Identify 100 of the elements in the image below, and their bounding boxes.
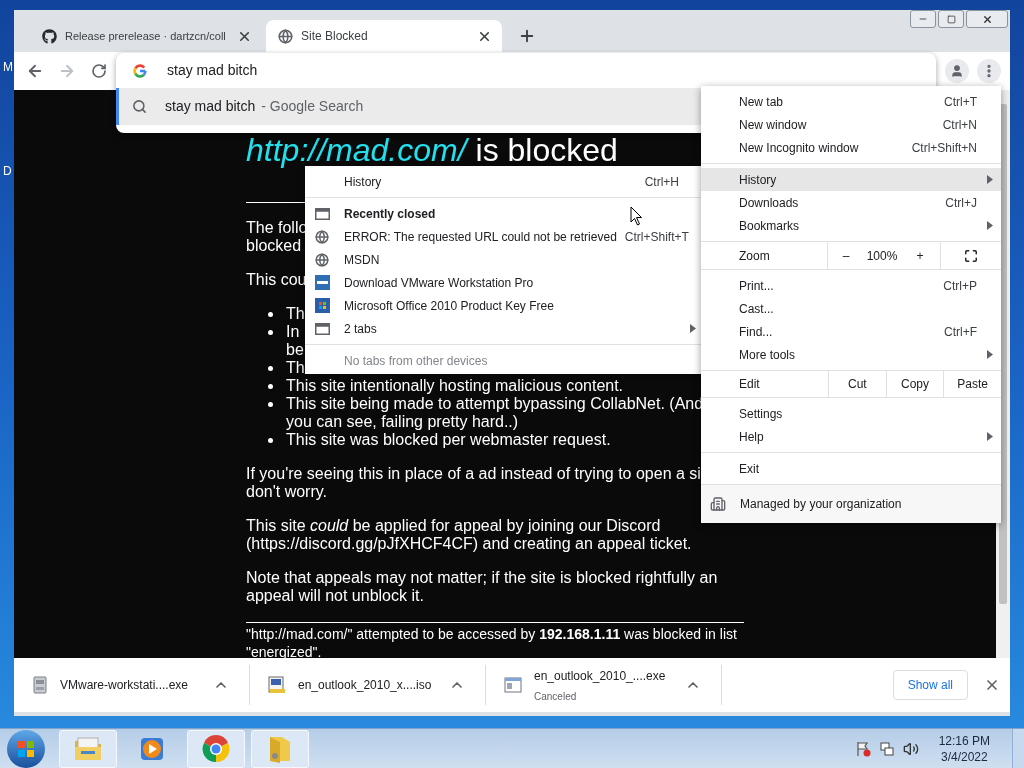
menu-item[interactable]: Help xyxy=(701,425,1001,448)
globe-icon xyxy=(278,28,293,44)
recent-tabs-item[interactable]: 2 tabs xyxy=(305,317,704,340)
list-item-text: Th xyxy=(286,305,305,323)
clock-time: 12:16 PM xyxy=(938,732,990,749)
volume-icon[interactable] xyxy=(902,740,919,757)
paragraph-text: This site could be applied for appeal by joining our Discord (https://discord.gg/pJfXHCF4CF) and creating an appeal ticket. xyxy=(246,517,692,553)
fullscreen-icon xyxy=(964,248,978,263)
forward-arrow-icon xyxy=(58,62,76,80)
windows-logo-icon xyxy=(17,739,35,758)
edit-action-button[interactable]: Cut xyxy=(828,371,886,397)
full-history-link[interactable]: History Ctrl+H xyxy=(305,170,704,193)
clock-date: 3/4/2022 xyxy=(940,748,988,765)
tab-icon xyxy=(315,207,330,220)
recent-page-item[interactable]: ERROR: The requested URL could not be retrieved Ctrl+Shift+T xyxy=(305,225,704,248)
tab-title: Site Blocked xyxy=(301,28,369,45)
menu-item[interactable]: Settings xyxy=(701,402,1001,425)
close-button[interactable] xyxy=(966,10,1008,28)
download-item[interactable]: en_outlook_2010_x....iso xyxy=(250,665,486,705)
managed-notice[interactable]: Managed by your organization xyxy=(701,485,1001,523)
zoom-level: 100% xyxy=(865,247,899,265)
mouse-pointer-icon xyxy=(630,206,643,226)
edit-action-button[interactable]: Copy xyxy=(885,371,944,397)
recent-page-item[interactable]: Download VMware Workstation Pro xyxy=(305,271,704,294)
globe-icon xyxy=(315,229,329,244)
github-icon xyxy=(42,28,57,44)
footer-text: "http://mad.com/" attempted to be accessed by 192.168.1.11 was blocked in list "energized". xyxy=(246,625,738,661)
list-item-text: This site intentionally hosting malicious content. xyxy=(286,377,624,395)
list-item-text: Th xyxy=(286,359,305,377)
recent-page-item[interactable]: MSDN xyxy=(305,248,704,271)
download-item[interactable]: en_outlook_2010_....exe Canceled xyxy=(486,665,722,705)
desktop-icon-label: M xyxy=(3,59,13,76)
submenu-arrow-icon xyxy=(987,175,993,184)
maximize-button[interactable] xyxy=(938,10,964,28)
menu-item[interactable]: Find... Ctrl+F xyxy=(701,320,1001,343)
show-all-button[interactable]: Show all xyxy=(892,670,968,700)
maximize-icon xyxy=(946,14,956,24)
new-tab-icon[interactable] xyxy=(518,27,536,45)
google-icon xyxy=(132,62,148,79)
chrome-icon xyxy=(201,733,231,764)
bullet-icon xyxy=(268,438,273,443)
browser-tab[interactable]: Release prerelease · dartzcn/coll xyxy=(30,20,262,52)
menu-item[interactable]: Downloads Ctrl+J xyxy=(701,191,1001,214)
submenu-arrow-icon xyxy=(690,324,696,333)
menu-item[interactable]: Bookmarks xyxy=(701,214,1001,237)
browser-tab[interactable]: Site Blocked xyxy=(266,20,502,52)
close-icon[interactable] xyxy=(984,677,1000,693)
installer-icon xyxy=(32,676,48,694)
menu-item[interactable]: Cast... xyxy=(701,297,1001,320)
menu-item[interactable]: More tools xyxy=(701,343,1001,366)
reload-icon xyxy=(91,63,107,79)
bullet-icon xyxy=(268,366,273,371)
start-button[interactable] xyxy=(7,729,45,768)
menu-item[interactable]: History xyxy=(701,168,1001,191)
address-field[interactable]: stay mad bitch xyxy=(167,60,936,81)
list-item-text: In be xyxy=(286,323,304,359)
download-item[interactable]: VMware-workstati....exe xyxy=(14,665,250,705)
paragraph-text: If you're seeing this in place of a ad instead of trying to open a si don't worry. xyxy=(246,465,701,501)
zoom-out-button[interactable]: – xyxy=(828,242,864,269)
person-icon xyxy=(950,64,964,78)
vmware-icon xyxy=(315,275,330,290)
minimize-button[interactable] xyxy=(910,10,936,28)
note-text: No tabs from other devices xyxy=(343,352,489,370)
menu-item[interactable]: New Incognito window Ctrl+Shift+N xyxy=(701,136,1001,159)
bullet-icon xyxy=(268,384,273,389)
menu-button[interactable] xyxy=(977,59,1001,83)
globe-icon xyxy=(315,252,329,267)
menu-label: Zoom xyxy=(739,247,770,265)
network-icon[interactable] xyxy=(878,740,895,757)
heading-text: is blocked xyxy=(475,132,618,168)
building-icon xyxy=(710,496,726,512)
section-heading[interactable]: Recently closed xyxy=(305,202,704,225)
close-icon xyxy=(981,13,993,25)
bullet-icon xyxy=(268,330,273,335)
tab-icon xyxy=(315,322,330,335)
paragraph-text: Note that appeals may not matter; if the site is blocked rightfully an appeal will not unblock it. xyxy=(246,569,718,605)
flag-icon[interactable] xyxy=(854,740,871,757)
bullet-icon xyxy=(268,402,273,407)
submenu-arrow-icon xyxy=(987,432,993,441)
tab-title: Release prerelease · dartzcn/coll xyxy=(65,28,227,44)
taskbar-button[interactable] xyxy=(187,729,245,768)
menu-item[interactable]: Exit xyxy=(701,457,1001,480)
disc-image-icon xyxy=(268,676,286,694)
windows-icon xyxy=(315,298,330,313)
menu-label: Edit xyxy=(739,376,760,393)
submenu-arrow-icon xyxy=(987,350,993,359)
program-icon xyxy=(504,677,522,693)
bullet-icon xyxy=(268,312,273,317)
list-item-text: This site was blocked per webmaster request. xyxy=(286,431,611,449)
recent-page-item[interactable]: Microsoft Office 2010 Product Key Free xyxy=(305,294,704,317)
paragraph-text: This cou xyxy=(246,271,307,289)
desktop-icon-label: D xyxy=(3,163,12,180)
folder-icon xyxy=(73,735,103,762)
zoom-in-button[interactable]: + xyxy=(900,242,940,269)
menu-item[interactable]: Print... Ctrl+P xyxy=(701,274,1001,297)
submenu-arrow-icon xyxy=(987,221,993,230)
edit-action-button[interactable]: Paste xyxy=(943,371,1001,397)
profile-button[interactable] xyxy=(945,59,969,83)
blocked-url-link[interactable]: http://mad.com/ xyxy=(246,132,467,168)
search-icon xyxy=(132,99,147,114)
